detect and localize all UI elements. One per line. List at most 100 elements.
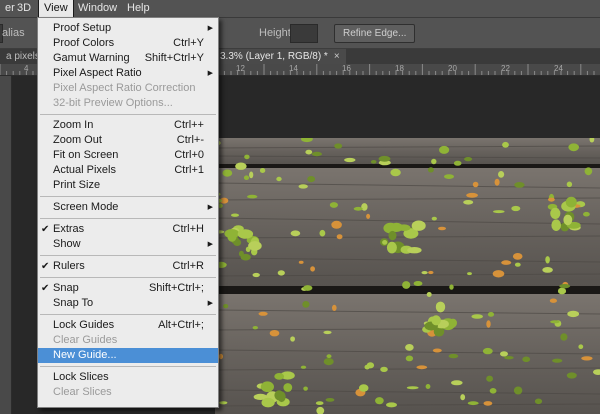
leaf	[290, 336, 295, 342]
menu-item-label: Print Size	[53, 179, 101, 191]
leaf	[514, 262, 521, 267]
menu-item-print-size[interactable]: Print Size	[38, 178, 218, 193]
menu-item-clear-slices: Clear Slices	[38, 385, 218, 400]
menu-item-proof-colors[interactable]: Proof Colors Ctrl+Y	[38, 36, 218, 51]
menu-item-label: Snap	[53, 282, 79, 294]
plant-cluster-leaf	[240, 253, 251, 261]
menu-item-actual-pixels[interactable]: Actual Pixels Ctrl+1	[38, 163, 218, 178]
leaf	[329, 202, 338, 208]
plant-cluster-leaf	[565, 196, 577, 208]
leaf	[542, 267, 553, 273]
leaf	[545, 256, 550, 264]
menu-item-label: Pixel Aspect Ratio	[53, 67, 142, 79]
menu-separator	[40, 314, 216, 315]
leaf	[444, 174, 454, 179]
menu-3d[interactable]: 3D	[12, 0, 36, 17]
leaf	[366, 213, 371, 219]
menu-item-rulers[interactable]: ✔ Rulers Ctrl+R	[38, 259, 218, 274]
leaf	[438, 226, 446, 231]
leaf	[243, 175, 250, 180]
leaf	[500, 351, 508, 357]
leaf	[566, 372, 577, 379]
menu-item-snap-to[interactable]: Snap To ▶	[38, 296, 218, 311]
refine-edge-button[interactable]: Refine Edge...	[334, 24, 416, 43]
leaf	[494, 178, 500, 186]
leaf	[323, 330, 332, 335]
menu-separator	[40, 277, 216, 278]
leaf	[492, 270, 505, 278]
leaf	[487, 312, 495, 317]
menu-item-label: Zoom Out	[53, 134, 102, 146]
document-image[interactable]	[215, 138, 600, 414]
leaf	[298, 184, 308, 189]
wood-deck-photo	[215, 138, 600, 414]
leaf	[290, 230, 301, 237]
leaf	[378, 155, 391, 162]
plant-cluster-leaf	[435, 301, 446, 313]
view-menu-dropdown: Proof Setup ▶ Proof Colors Ctrl+Y Gamut Warn…	[37, 17, 219, 408]
leaf	[336, 234, 343, 240]
leaf	[375, 397, 384, 405]
leaf	[559, 284, 571, 289]
leaf	[431, 158, 437, 165]
menu-window[interactable]: Window	[73, 0, 122, 17]
leaf	[425, 384, 431, 389]
leaf	[489, 388, 497, 394]
leaf	[566, 181, 573, 188]
menu-item-extras[interactable]: ✔ Extras Ctrl+H	[38, 222, 218, 237]
checkmark-icon: ✔	[41, 283, 50, 294]
leaf	[467, 272, 472, 276]
document-tab-active[interactable]: 3.3% (Layer 1, RGB/8) * ×	[214, 49, 346, 64]
menu-item-gamut-warning[interactable]: Gamut Warning Shift+Ctrl+Y	[38, 51, 218, 66]
height-input[interactable]	[290, 24, 318, 43]
menu-help[interactable]: Help	[122, 0, 155, 17]
leaf	[277, 270, 285, 276]
menu-item-label: Proof Colors	[53, 37, 115, 49]
menu-item-label: Fit on Screen	[53, 149, 119, 161]
close-icon[interactable]: ×	[334, 51, 340, 62]
leaf	[428, 270, 434, 275]
submenu-arrow-icon: ▶	[207, 25, 213, 32]
leaf	[472, 181, 479, 188]
menu-item-pixel-aspect-ratio[interactable]: Pixel Aspect Ratio ▶	[38, 66, 218, 81]
menu-item-lock-slices[interactable]: Lock Slices	[38, 370, 218, 385]
leaf	[493, 210, 505, 214]
menu-item-shortcut: Ctrl+R	[172, 260, 204, 272]
menu-item-show[interactable]: Show ▶	[38, 237, 218, 252]
menu-item-shortcut: Shift+Ctrl+Y	[144, 52, 204, 64]
menu-item-label: Clear Guides	[53, 334, 118, 346]
menu-item-zoom-in[interactable]: Zoom In Ctrl++	[38, 118, 218, 133]
leaf	[460, 394, 466, 401]
leaf	[326, 354, 332, 359]
menu-item-new-guide[interactable]: New Guide...	[38, 348, 218, 363]
menu-item-zoom-out[interactable]: Zoom Out Ctrl+-	[38, 133, 218, 148]
leaf	[223, 304, 229, 309]
menu-item-screen-mode[interactable]: Screen Mode ▶	[38, 200, 218, 215]
leaf	[549, 298, 557, 303]
leaf	[463, 200, 474, 205]
leaf	[567, 310, 580, 318]
leaf	[557, 287, 567, 295]
menu-item-shortcut: Ctrl+-	[176, 134, 204, 146]
menu-item-clear-guides: Clear Guides	[38, 333, 218, 348]
leaf	[405, 344, 414, 351]
vertical-ruler[interactable]	[0, 76, 12, 414]
menu-view[interactable]: View	[38, 0, 74, 17]
leaf	[584, 167, 593, 176]
plant-cluster-leaf	[248, 241, 262, 251]
menu-item-label: Proof Setup	[53, 22, 112, 34]
leaf	[471, 314, 484, 319]
leaf	[522, 356, 531, 363]
menu-item-snap[interactable]: ✔ Snap Shift+Ctrl+;	[38, 281, 218, 296]
leaf	[386, 402, 397, 408]
menu-item-fit-on-screen[interactable]: Fit on Screen Ctrl+0	[38, 148, 218, 163]
menu-item-proof-setup[interactable]: Proof Setup ▶	[38, 21, 218, 36]
height-label: Height:	[259, 27, 294, 39]
menu-separator	[40, 255, 216, 256]
leaf	[583, 211, 590, 217]
menu-item-lock-guides[interactable]: Lock Guides Alt+Ctrl+;	[38, 318, 218, 333]
leaf	[511, 205, 521, 212]
leaf	[332, 304, 337, 311]
leaf	[402, 281, 411, 289]
menu-item-shortcut: Ctrl+0	[174, 149, 204, 161]
